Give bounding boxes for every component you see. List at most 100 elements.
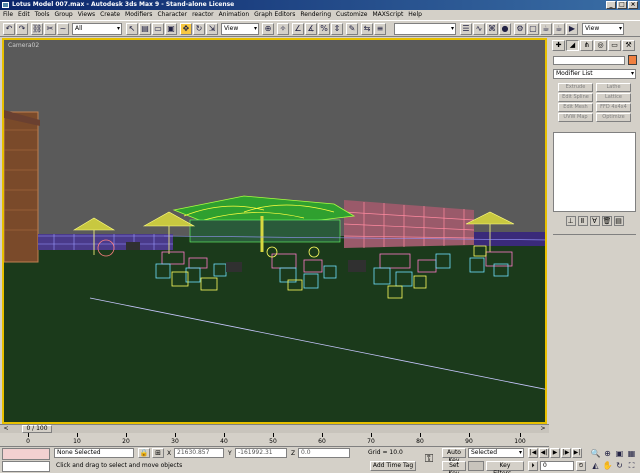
absolute-mode-icon[interactable]: ⊞ — [152, 448, 164, 458]
utilities-tab-icon[interactable]: ⚒ — [622, 40, 635, 51]
menu-views[interactable]: Views — [78, 10, 95, 20]
current-frame-field[interactable]: 0 — [540, 461, 574, 471]
pin-stack-icon[interactable]: ⊥ — [565, 216, 576, 226]
edit-mesh-button[interactable]: Edit Mesh — [558, 103, 593, 112]
remove-modifier-icon[interactable]: 🗑 — [601, 216, 612, 226]
track-bar[interactable]: 0 10 20 30 40 50 60 70 80 90 100 — [0, 433, 549, 447]
go-to-start-icon[interactable]: |◀ — [528, 448, 538, 458]
maximize-viewport-icon[interactable]: ⛶ — [626, 460, 637, 471]
render-frame-icon[interactable]: ▢ — [527, 23, 539, 35]
close-button[interactable]: × — [628, 1, 638, 9]
lattice-button[interactable]: Lattice — [596, 93, 631, 102]
maximize-button[interactable]: □ — [617, 1, 627, 9]
x-coordinate-field[interactable]: 21630.857 — [174, 448, 224, 458]
object-color-swatch[interactable] — [628, 55, 637, 65]
set-key-button[interactable]: Set Key — [442, 461, 466, 473]
zoom-all-icon[interactable]: ⊕ — [602, 448, 613, 459]
viewport-label[interactable]: Camera02 — [8, 42, 39, 49]
manipulate-icon[interactable]: ✧ — [277, 23, 289, 35]
menu-group[interactable]: Group — [54, 10, 72, 20]
menu-create[interactable]: Create — [100, 10, 120, 20]
select-move-icon[interactable]: ✥ — [180, 23, 192, 35]
add-time-tag-button[interactable]: Add Time Tag — [370, 461, 416, 471]
zoom-extents-icon[interactable]: ▣ — [614, 448, 625, 459]
schematic-view-icon[interactable]: ⌘ — [486, 23, 498, 35]
select-scale-icon[interactable]: ⇲ — [206, 23, 218, 35]
z-coordinate-field[interactable]: 0.0 — [298, 448, 350, 458]
create-tab-icon[interactable]: ✚ — [552, 40, 565, 51]
minimize-button[interactable]: _ — [606, 1, 616, 9]
make-unique-icon[interactable]: ∀ — [589, 216, 600, 226]
align-icon[interactable]: ≡ — [374, 23, 386, 35]
edit-named-selection-icon[interactable]: ✎ — [346, 23, 358, 35]
time-slider[interactable]: < 0 / 100 > — [0, 424, 549, 433]
undo-icon[interactable]: ↶ — [3, 23, 15, 35]
angle-snap-icon[interactable]: ∡ — [305, 23, 317, 35]
window-crossing-icon[interactable]: ▣ — [165, 23, 177, 35]
zoom-extents-all-icon[interactable]: ▦ — [626, 448, 637, 459]
menu-tools[interactable]: Tools — [35, 10, 50, 20]
material-editor-icon[interactable]: ● — [499, 23, 511, 35]
menu-help[interactable]: Help — [408, 10, 422, 20]
menu-modifiers[interactable]: Modifiers — [125, 10, 152, 20]
named-selection-dropdown[interactable] — [394, 23, 456, 35]
select-rotate-icon[interactable]: ↻ — [193, 23, 205, 35]
show-end-result-icon[interactable]: Ⅱ — [577, 216, 588, 226]
layer-manager-icon[interactable]: ☰ — [460, 23, 472, 35]
unlink-icon[interactable]: ✂ — [44, 23, 56, 35]
render-production-icon[interactable]: ☕ — [553, 23, 565, 35]
menu-rendering[interactable]: Rendering — [300, 10, 331, 20]
view-dropdown[interactable]: View — [582, 23, 624, 35]
selection-filter-dropdown[interactable]: All — [72, 23, 122, 35]
menu-reactor[interactable]: reactor — [192, 10, 214, 20]
uvw-map-button[interactable]: UVW Map — [558, 113, 593, 122]
pan-icon[interactable]: ✋ — [602, 460, 613, 471]
maxscript-listener-mini[interactable] — [2, 448, 50, 460]
previous-frame-icon[interactable]: ◀| — [539, 448, 549, 458]
ffd-button[interactable]: FFD 4x4x4 — [596, 103, 631, 112]
render-last-icon[interactable]: ▶ — [566, 23, 578, 35]
auto-key-button[interactable]: Auto Key — [442, 448, 466, 464]
percent-snap-icon[interactable]: % — [318, 23, 330, 35]
spinner-snap-icon[interactable]: ⇕ — [331, 23, 343, 35]
snaps-toggle-icon[interactable]: ∠ — [292, 23, 304, 35]
menu-edit[interactable]: Edit — [18, 10, 30, 20]
maxscript-input-mini[interactable] — [2, 461, 50, 472]
curve-editor-icon[interactable]: ∿ — [473, 23, 485, 35]
modifier-stack[interactable] — [553, 132, 636, 212]
time-prev-icon[interactable]: < — [2, 425, 10, 433]
time-configuration-icon[interactable]: ⏲ — [576, 461, 586, 471]
lathe-button[interactable]: Lathe — [596, 83, 631, 92]
render-setup-icon[interactable]: ⚙ — [514, 23, 526, 35]
menu-animation[interactable]: Animation — [219, 10, 250, 20]
menu-customize[interactable]: Customize — [336, 10, 368, 20]
display-tab-icon[interactable]: ▭ — [608, 40, 621, 51]
zoom-icon[interactable]: 🔍 — [590, 448, 601, 459]
modify-tab-icon[interactable]: ◢ — [566, 40, 579, 51]
reference-coord-dropdown[interactable]: View — [221, 23, 259, 35]
rect-selection-icon[interactable]: ▭ — [152, 23, 164, 35]
time-next-icon[interactable]: > — [539, 425, 547, 433]
bind-space-warp-icon[interactable]: ~ — [57, 23, 69, 35]
camera-viewport[interactable]: Camera02 — [2, 38, 547, 424]
time-slider-handle[interactable]: 0 / 100 — [22, 425, 52, 433]
play-icon[interactable]: ▶ — [550, 448, 560, 458]
menu-file[interactable]: File — [3, 10, 13, 20]
hierarchy-tab-icon[interactable]: ⋔ — [580, 40, 593, 51]
modifier-list-dropdown[interactable]: Modifier List — [553, 69, 636, 79]
extrude-button[interactable]: Extrude — [558, 83, 593, 92]
optimize-button[interactable]: Optimize — [596, 113, 631, 122]
menu-character[interactable]: Character — [157, 10, 187, 20]
key-filters-button[interactable]: Key Filters... — [486, 461, 524, 473]
configure-sets-icon[interactable]: ▤ — [613, 216, 624, 226]
mirror-icon[interactable]: ⇆ — [361, 23, 373, 35]
go-to-end-icon[interactable]: ▶| — [572, 448, 582, 458]
menu-graph-editors[interactable]: Graph Editors — [254, 10, 295, 20]
select-by-name-icon[interactable]: ▤ — [139, 23, 151, 35]
quick-render-icon[interactable]: ☕ — [540, 23, 552, 35]
key-icon[interactable]: ⚿ — [420, 451, 438, 467]
next-frame-icon[interactable]: |▶ — [561, 448, 571, 458]
field-of-view-icon[interactable]: ◭ — [590, 460, 601, 471]
pivot-center-icon[interactable]: ⊕ — [262, 23, 274, 35]
object-name-field[interactable] — [553, 56, 625, 65]
